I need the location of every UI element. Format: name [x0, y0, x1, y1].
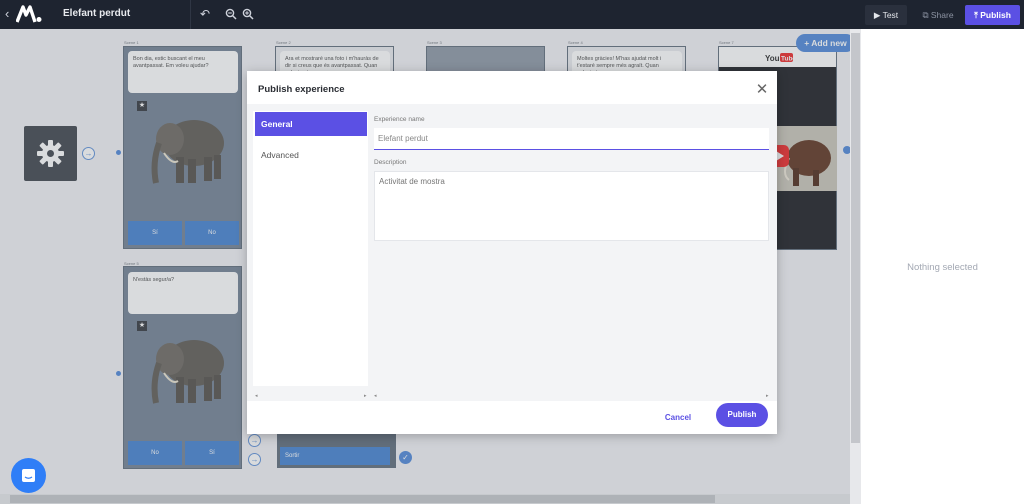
experience-name-label: Experience name [374, 116, 425, 123]
confirm-publish-button[interactable]: Publish [716, 403, 768, 427]
dialog-tabs: General Advanced ◂ ▸ [253, 111, 368, 399]
dialog-footer: Cancel Publish [247, 401, 777, 434]
share-button[interactable]: ⧉ Share [917, 5, 959, 25]
test-button[interactable]: ▶ Test [865, 5, 907, 25]
tab-general[interactable]: General [255, 112, 367, 136]
test-label: Test [882, 10, 899, 20]
description-field[interactable] [374, 171, 769, 241]
experience-name-input[interactable] [374, 128, 769, 150]
description-label: Description [374, 159, 407, 166]
back-icon[interactable]: ‹ [5, 6, 9, 21]
top-bar: ‹ Elefant perdut ↶ ▶ Test ⧉ Share ⤒ Publ… [0, 0, 1024, 29]
publish-dialog: Publish experience ✕ General Advanced ◂ … [247, 71, 777, 434]
general-form: Experience name Description ◂ ▸ [374, 111, 771, 399]
zoom-out-icon[interactable] [222, 5, 240, 24]
scroll-left-icon[interactable]: ◂ [255, 393, 258, 399]
cancel-button[interactable]: Cancel [659, 408, 697, 428]
experience-title[interactable]: Elefant perdut [63, 8, 130, 19]
vertical-scroll-thumb[interactable] [851, 33, 860, 443]
play-icon: ▶ [873, 10, 883, 20]
close-icon[interactable]: ✕ [755, 80, 769, 98]
properties-panel: Nothing selected [861, 29, 1024, 504]
empty-state-text: Nothing selected [907, 262, 978, 273]
publish-label: Publish [980, 10, 1011, 20]
tab-advanced[interactable]: Advanced [255, 143, 367, 167]
share-icon: ⧉ [922, 10, 931, 20]
chat-icon [22, 469, 35, 482]
publish-button[interactable]: ⤒ Publish [965, 5, 1020, 25]
zoom-in-icon[interactable] [239, 5, 257, 24]
chat-launcher-button[interactable] [11, 458, 46, 493]
scroll-right-icon[interactable]: ▸ [766, 393, 769, 399]
dialog-body: General Advanced ◂ ▸ Experience name Des… [247, 104, 777, 401]
scroll-left-icon[interactable]: ◂ [374, 393, 377, 399]
scroll-right-icon[interactable]: ▸ [364, 393, 367, 399]
app-logo-icon [16, 5, 42, 23]
dialog-title: Publish experience [258, 84, 345, 95]
toolbar-divider [190, 0, 191, 29]
share-label: Share [930, 10, 954, 20]
undo-icon[interactable]: ↶ [196, 5, 214, 24]
